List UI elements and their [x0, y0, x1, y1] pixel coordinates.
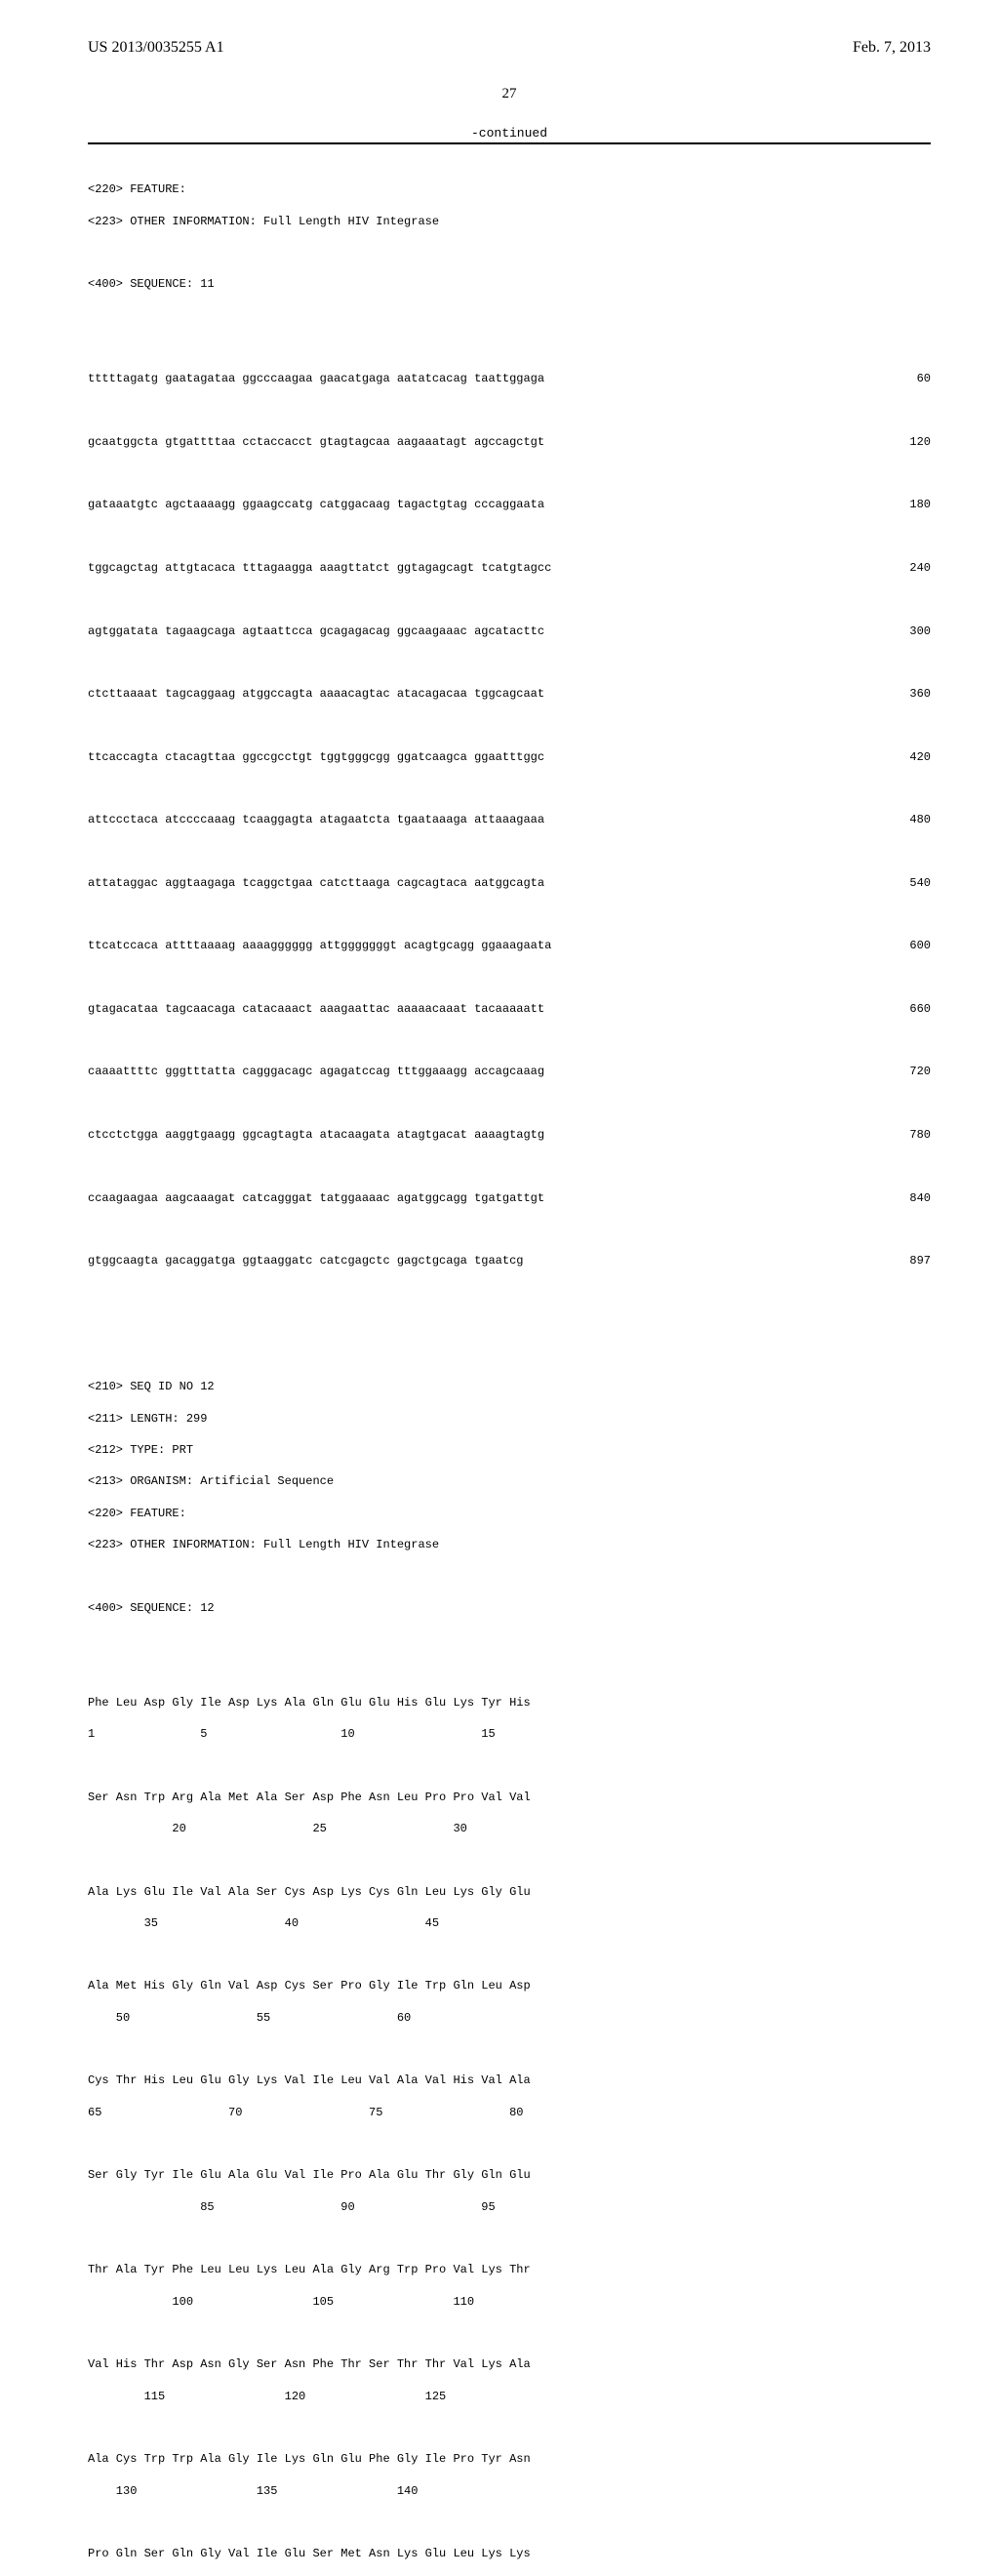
pub-number: US 2013/0035255 A1	[88, 39, 224, 57]
protein-nums: 35 40 45	[88, 1915, 931, 1931]
protein-row: Cys Thr His Leu Glu Gly Lys Val Ile Leu …	[88, 2073, 931, 2088]
seq-row: gtagacataa tagcaacaga catacaaact aaagaat…	[88, 1001, 931, 1017]
seq12-223: <223> OTHER INFORMATION: Full Length HIV…	[88, 1537, 931, 1552]
protein-row: Ala Cys Trp Trp Ala Gly Ile Lys Gln Glu …	[88, 2451, 931, 2467]
seq-row: gataaatgtc agctaaaagg ggaagccatg catggac…	[88, 497, 931, 512]
page-number: 27	[88, 86, 931, 102]
seq-row: attataggac aggtaagaga tcaggctgaa catctta…	[88, 875, 931, 891]
protein-row: Ser Gly Tyr Ile Glu Ala Glu Val Ile Pro …	[88, 2167, 931, 2183]
seq-row: ccaagaagaa aagcaaagat catcagggat tatggaa…	[88, 1190, 931, 1206]
seq-row: tttttagatg gaatagataa ggcccaagaa gaacatg…	[88, 371, 931, 386]
seq-row: ttcatccaca attttaaaag aaaagggggg attgggg…	[88, 938, 931, 953]
page-header: US 2013/0035255 A1 Feb. 7, 2013	[88, 39, 931, 57]
protein-nums: 85 90 95	[88, 2199, 931, 2215]
protein-row: Ala Lys Glu Ile Val Ala Ser Cys Asp Lys …	[88, 1884, 931, 1900]
protein-nums: 1 5 10 15	[88, 1726, 931, 1742]
protein-row: Ala Met His Gly Gln Val Asp Cys Ser Pro …	[88, 1978, 931, 1993]
seq-row: caaaattttc gggtttatta cagggacagc agagatc…	[88, 1064, 931, 1079]
protein-row: Val His Thr Asp Asn Gly Ser Asn Phe Thr …	[88, 2356, 931, 2372]
protein-nums: 130 135 140	[88, 2483, 931, 2499]
protein-nums: 100 105 110	[88, 2294, 931, 2310]
pub-date: Feb. 7, 2013	[853, 39, 931, 57]
protein-row: Pro Gln Ser Gln Gly Val Ile Glu Ser Met …	[88, 2546, 931, 2561]
seq-row: gcaatggcta gtgattttaa cctaccacct gtagtag…	[88, 434, 931, 450]
seq-row: attccctaca atccccaaag tcaaggagta atagaat…	[88, 812, 931, 827]
continued-label: -continued	[88, 126, 931, 141]
protein-nums: 115 120 125	[88, 2389, 931, 2404]
protein-row: Phe Leu Asp Gly Ile Asp Lys Ala Gln Glu …	[88, 1695, 931, 1711]
feature-220: <220> FEATURE:	[88, 181, 931, 197]
seq12-220: <220> FEATURE:	[88, 1506, 931, 1521]
seq-row: gtggcaagta gacaggatga ggtaaggatc catcgag…	[88, 1253, 931, 1268]
protein-row: Thr Ala Tyr Phe Leu Leu Lys Leu Ala Gly …	[88, 2262, 931, 2277]
seq12-212: <212> TYPE: PRT	[88, 1442, 931, 1458]
protein-row: Ser Asn Trp Arg Ala Met Ala Ser Asp Phe …	[88, 1790, 931, 1805]
seq12-210: <210> SEQ ID NO 12	[88, 1379, 931, 1394]
seq-row: ctcctctgga aaggtgaagg ggcagtagta atacaag…	[88, 1127, 931, 1143]
seq-row: agtggatata tagaagcaga agtaattcca gcagaga…	[88, 624, 931, 639]
other-info-223: <223> OTHER INFORMATION: Full Length HIV…	[88, 214, 931, 229]
seq-row: tggcagctag attgtacaca tttagaagga aaagtta…	[88, 560, 931, 576]
seq-row: ttcaccagta ctacagttaa ggccgcctgt tggtggg…	[88, 749, 931, 765]
protein-nums: 20 25 30	[88, 1821, 931, 1836]
seq12-213: <213> ORGANISM: Artificial Sequence	[88, 1473, 931, 1489]
sequence-listing: <220> FEATURE: <223> OTHER INFORMATION: …	[88, 144, 931, 2576]
protein-nums: 65 70 75 80	[88, 2105, 931, 2120]
seq12-header: <400> SEQUENCE: 12	[88, 1600, 931, 1616]
seq-row: ctcttaaaat tagcaggaag atggccagta aaaacag…	[88, 686, 931, 702]
seq12-211: <211> LENGTH: 299	[88, 1411, 931, 1427]
seq11-header: <400> SEQUENCE: 11	[88, 276, 931, 292]
protein-nums: 50 55 60	[88, 2010, 931, 2026]
